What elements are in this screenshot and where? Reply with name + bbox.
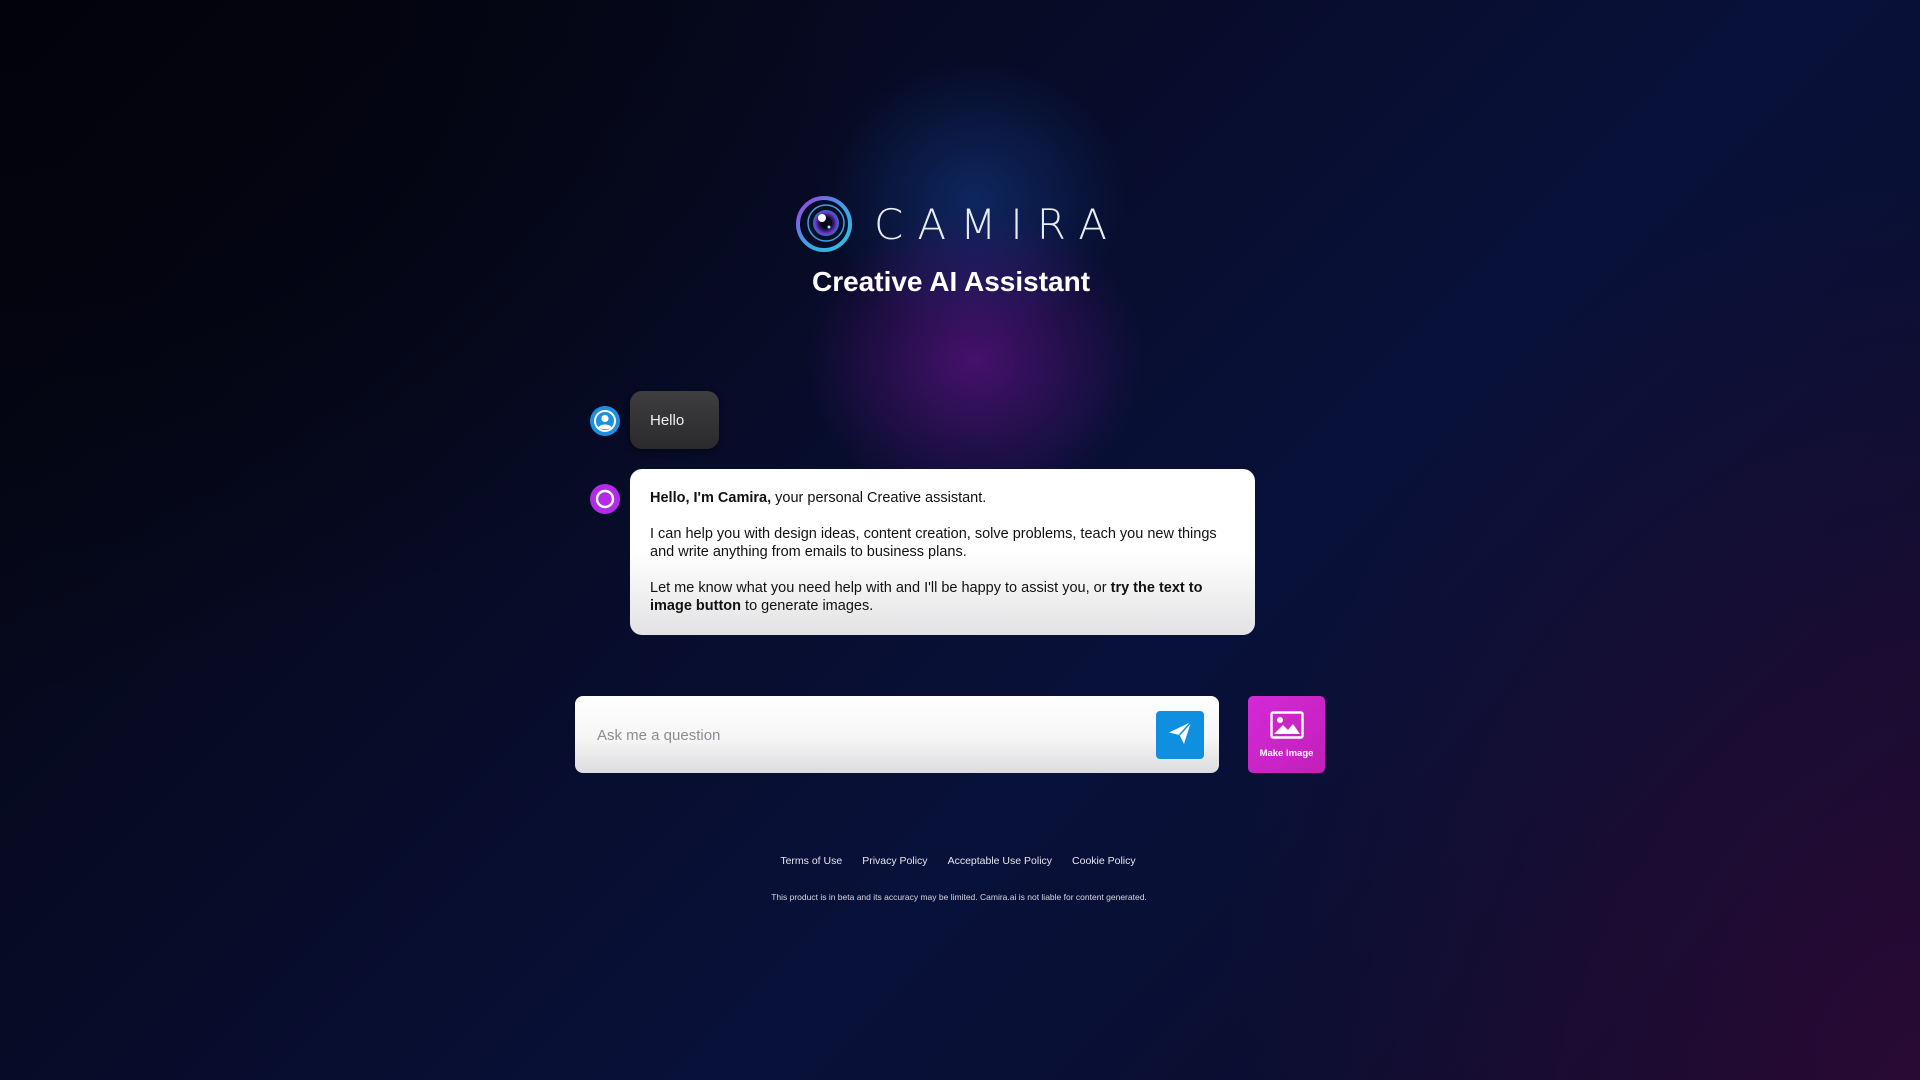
assistant-cta-start: Let me know what you need help with and …	[650, 580, 1111, 596]
make-image-label: Make Image	[1259, 747, 1314, 759]
user-message-text: Hello	[650, 411, 685, 429]
assistant-greeting-bold: Hello, I'm Camira,	[650, 490, 772, 506]
image-icon	[1269, 710, 1304, 744]
question-input[interactable]	[595, 696, 1129, 775]
camera-lens-eye-icon	[796, 196, 853, 252]
assistant-message-paragraph: Let me know what you need help with and …	[650, 579, 1235, 615]
acceptable-use-policy-link[interactable]: Acceptable Use Policy	[948, 855, 1052, 867]
brand-name: CAMIRA	[874, 199, 1121, 249]
send-button[interactable]	[1156, 711, 1204, 759]
brand-logo-group: CAMIRA	[796, 196, 1121, 252]
assistant-ring-icon	[590, 484, 620, 514]
privacy-policy-link[interactable]: Privacy Policy	[862, 855, 927, 867]
page-subtitle: Creative AI Assistant	[811, 266, 1091, 297]
assistant-message-paragraph: I can help you with design ideas, conten…	[650, 526, 1217, 560]
assistant-message-paragraph: Hello, I'm Camira, your personal Creativ…	[650, 489, 1235, 507]
make-image-button[interactable]: Make Image	[1248, 696, 1325, 773]
terms-of-use-link[interactable]: Terms of Use	[780, 855, 842, 867]
assistant-message-bubble: Hello, I'm Camira, your personal Creativ…	[630, 469, 1255, 635]
user-avatar-icon	[590, 406, 620, 436]
cookie-policy-link[interactable]: Cookie Policy	[1072, 855, 1136, 867]
assistant-cta-end: to generate images.	[741, 598, 874, 614]
question-input-box	[575, 696, 1219, 775]
brand-header: CAMIRA	[0, 196, 1920, 252]
assistant-greeting-rest: your personal Creative assistant.	[771, 490, 987, 506]
paper-plane-icon	[1167, 720, 1193, 751]
footer-links: Terms of Use Privacy Policy Acceptable U…	[0, 855, 1918, 867]
user-message-bubble: Hello	[630, 391, 719, 449]
beta-disclaimer: This product is in beta and its accuracy…	[771, 892, 1147, 902]
